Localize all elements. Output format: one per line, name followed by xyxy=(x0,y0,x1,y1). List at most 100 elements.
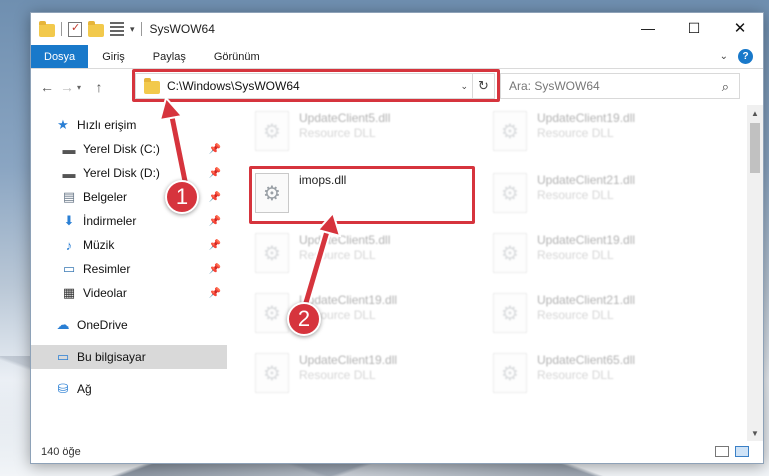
sidebar-item-local-disk-d[interactable]: ▬ Yerel Disk (D:) 📌 xyxy=(31,161,227,185)
file-type: Resource DLL xyxy=(537,308,614,322)
search-input[interactable]: Ara: SysWOW64 xyxy=(509,79,600,93)
dll-file-icon: ⚙ xyxy=(493,353,527,393)
file-type: Resource DLL xyxy=(537,248,614,262)
sidebar-item-onedrive[interactable]: ☁ OneDrive xyxy=(31,313,227,337)
file-type: Resource DLL xyxy=(299,248,376,262)
new-folder-icon[interactable] xyxy=(88,20,104,37)
divider xyxy=(61,22,62,36)
sidebar-item-label: Belgeler xyxy=(83,190,128,204)
expand-ribbon-chevron-icon[interactable]: ⌄ xyxy=(720,51,728,62)
file-item[interactable]: ⚙ UpdateClient5.dll Resource DLL xyxy=(255,233,475,279)
file-item[interactable]: ⚙ UpdateClient19.dll Resource DLL xyxy=(493,233,713,279)
dll-file-icon: ⚙ xyxy=(255,293,289,333)
file-highlight-box xyxy=(249,166,475,224)
sidebar-item-videos[interactable]: ▦ Videolar 📌 xyxy=(31,281,227,305)
status-bar: 140 öğe xyxy=(31,441,763,463)
minimize-button[interactable]: — xyxy=(625,13,671,43)
pin-icon[interactable]: 📌 xyxy=(209,288,221,299)
sidebar-item-label: Ağ xyxy=(77,382,92,396)
cloud-icon: ☁ xyxy=(56,317,70,332)
tiles-view-icon[interactable] xyxy=(735,446,749,457)
navigation-pane: ★ Hızlı erişim ▬ Yerel Disk (C:) 📌 ▬ Yer… xyxy=(31,105,227,441)
navigation-bar: ← → ▾ ↑ C:\Windows\SysWOW64 ⌄ ↻ Ara: Sys… xyxy=(31,69,763,105)
tab-file[interactable]: Dosya xyxy=(31,45,89,68)
quick-access-toolbar: ▾ xyxy=(31,20,142,37)
up-arrow-icon[interactable]: ↑ xyxy=(89,79,109,95)
help-icon[interactable]: ? xyxy=(738,49,753,64)
dll-file-icon: ⚙ xyxy=(493,111,527,151)
download-icon: ⬇ xyxy=(63,213,75,228)
dll-file-icon: ⚙ xyxy=(493,293,527,333)
file-item[interactable]: ⚙ UpdateClient19.dll Resource DLL xyxy=(255,353,475,399)
file-item[interactable]: ⚙ UpdateClient21.dll Resource DLL xyxy=(493,293,713,339)
search-box[interactable]: Ara: SysWOW64 ⌕ xyxy=(500,73,740,99)
sidebar-item-this-pc[interactable]: ▭ Bu bilgisayar xyxy=(31,345,227,369)
properties-icon[interactable] xyxy=(68,21,82,37)
pin-icon[interactable]: 📌 xyxy=(209,144,221,155)
view-buttons xyxy=(715,446,749,457)
step-2-badge: 2 xyxy=(287,302,321,336)
tab-share[interactable]: Paylaş xyxy=(139,45,200,68)
file-name: UpdateClient5.dll xyxy=(299,233,391,247)
file-name: UpdateClient65.dll xyxy=(537,353,636,367)
file-item[interactable]: ⚙ UpdateClient65.dll Resource DLL xyxy=(493,353,713,399)
dll-file-icon: ⚙ xyxy=(255,233,289,273)
sidebar-item-label: Resimler xyxy=(83,262,131,276)
pin-icon[interactable]: 📌 xyxy=(209,168,221,179)
sidebar-item-pictures[interactable]: ▭ Resimler 📌 xyxy=(31,257,227,281)
drive-icon: ▬ xyxy=(62,141,76,157)
sidebar-item-downloads[interactable]: ⬇ İndirmeler 📌 xyxy=(31,209,227,233)
sidebar-item-local-disk-c[interactable]: ▬ Yerel Disk (C:) 📌 xyxy=(31,137,227,161)
file-type: Resource DLL xyxy=(299,126,376,140)
sidebar-item-quick-access[interactable]: ★ Hızlı erişim xyxy=(31,113,227,137)
details-view-icon[interactable] xyxy=(715,446,729,457)
tab-view[interactable]: Görünüm xyxy=(200,45,274,68)
customize-toolbar-chevron-icon[interactable]: ▾ xyxy=(130,24,135,35)
file-list: ⚙ UpdateClient5.dll Resource DLL ⚙ Update… xyxy=(227,105,763,441)
pin-icon[interactable]: 📌 xyxy=(209,240,221,251)
sidebar-item-network[interactable]: ⛁ Ağ xyxy=(31,377,227,401)
sidebar-item-label: OneDrive xyxy=(77,318,128,332)
scroll-down-arrow-icon[interactable]: ▼ xyxy=(747,425,763,441)
sidebar-item-label: Hızlı erişim xyxy=(77,118,137,132)
tab-home[interactable]: Giriş xyxy=(88,45,139,68)
ribbon-tabs: Dosya Giriş Paylaş Görünüm ⌄ ? xyxy=(31,45,763,69)
file-name: UpdateClient19.dll xyxy=(299,353,398,367)
videos-icon: ▦ xyxy=(62,285,76,300)
dll-file-icon: ⚙ xyxy=(493,173,527,213)
file-item[interactable]: ⚙ UpdateClient19.dll Resource DLL xyxy=(493,111,713,157)
file-type: Resource DLL xyxy=(537,368,614,382)
sidebar-item-label: Bu bilgisayar xyxy=(77,350,146,364)
sidebar-item-label: Videolar xyxy=(83,286,127,300)
window-title: SysWOW64 xyxy=(149,22,215,36)
sidebar-item-label: İndirmeler xyxy=(83,214,137,228)
file-item[interactable]: ⚙ UpdateClient21.dll Resource DLL xyxy=(493,173,713,219)
scrollbar-thumb[interactable] xyxy=(750,123,760,173)
vertical-scrollbar[interactable]: ▲ ▼ xyxy=(747,105,763,441)
back-arrow-icon[interactable]: ← xyxy=(37,79,57,95)
file-name: UpdateClient21.dll xyxy=(537,293,636,307)
pin-icon[interactable]: 📌 xyxy=(209,192,221,203)
maximize-button[interactable]: ☐ xyxy=(671,13,717,43)
file-type: Resource DLL xyxy=(537,188,614,202)
star-icon: ★ xyxy=(57,117,69,132)
scroll-up-arrow-icon[interactable]: ▲ xyxy=(747,105,763,121)
music-icon: ♪ xyxy=(65,237,73,253)
file-type: Resource DLL xyxy=(299,368,376,382)
pin-icon[interactable]: 📌 xyxy=(209,264,221,275)
forward-arrow-icon[interactable]: → xyxy=(57,79,77,95)
file-item[interactable]: ⚙ UpdateClient5.dll Resource DLL xyxy=(255,111,475,157)
sidebar-item-label: Yerel Disk (C:) xyxy=(83,142,160,156)
sidebar-item-label: Müzik xyxy=(83,238,115,252)
file-name: UpdateClient21.dll xyxy=(537,173,636,187)
step-1-badge: 1 xyxy=(165,180,199,214)
file-name: UpdateClient19.dll xyxy=(537,111,636,125)
close-button[interactable]: ✕ xyxy=(717,13,763,43)
address-highlight-box xyxy=(132,69,500,102)
pin-icon[interactable]: 📌 xyxy=(209,216,221,227)
recent-locations-chevron-icon[interactable]: ▾ xyxy=(77,83,89,92)
search-icon[interactable]: ⌕ xyxy=(722,79,729,95)
views-icon[interactable] xyxy=(110,22,124,36)
network-icon: ⛁ xyxy=(57,381,69,396)
sidebar-item-music[interactable]: ♪ Müzik 📌 xyxy=(31,233,227,257)
